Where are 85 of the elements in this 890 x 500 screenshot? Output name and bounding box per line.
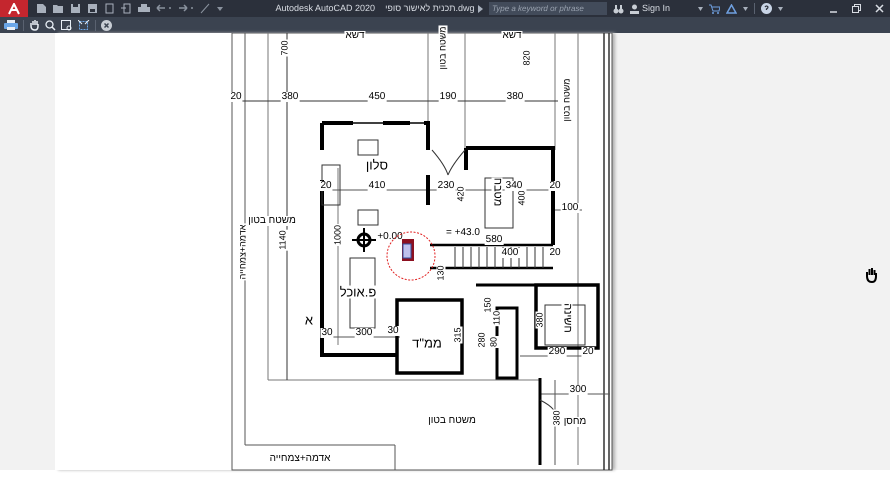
room-label: פ.אוכל (340, 286, 376, 298)
room-label: סלון (366, 158, 388, 172)
redo-icon[interactable] (178, 3, 194, 14)
dimension-label: 1000 (334, 224, 342, 246)
export-icon[interactable] (121, 3, 132, 14)
dimension-label: 150 (484, 296, 492, 314)
cart-icon[interactable] (709, 4, 720, 14)
room-label: ממ"ד (412, 336, 442, 350)
help-icon[interactable] (761, 3, 772, 14)
dropdown-caret-icon[interactable] (743, 6, 748, 10)
zoom-icon[interactable] (45, 20, 56, 30)
dropdown-caret-icon[interactable] (698, 6, 703, 10)
dropdown-caret-icon[interactable] (778, 6, 783, 10)
app-logo-icon (8, 2, 20, 14)
dimension-label: 700 (280, 39, 290, 57)
printer-icon[interactable] (138, 3, 150, 14)
binoculars-icon[interactable] (612, 4, 624, 14)
new-file-icon[interactable] (36, 3, 47, 14)
dimension-label: 400 (500, 248, 520, 258)
zoom-extents-icon[interactable] (78, 20, 90, 30)
hand-icon[interactable] (29, 19, 40, 31)
dimension-label: משטח בטון (247, 216, 297, 226)
undo-icon[interactable] (156, 3, 172, 14)
hand-cursor-icon (864, 267, 878, 283)
room-label: חשינה (562, 303, 572, 333)
dimension-label: 580 (484, 235, 504, 245)
printer-icon[interactable] (4, 19, 18, 31)
dimension-label: 20 (319, 181, 333, 191)
dimension-label: 315 (454, 326, 462, 344)
dimension-label: 400 (518, 189, 526, 207)
save-as-icon[interactable] (87, 3, 98, 14)
dimension-label: 30 (320, 328, 334, 338)
dimension-label: אדמה+צמחייה (268, 454, 332, 464)
close-icon[interactable] (875, 4, 884, 13)
sign-in-button[interactable]: Sign In (630, 2, 670, 16)
dimension-label: מחסן (562, 417, 588, 427)
dimension-label: 20 (229, 92, 243, 102)
search-field[interactable]: Type a keyword or phrase (488, 2, 607, 15)
dimension-label: 290 (548, 347, 566, 357)
dimension-label: = +43.0 (445, 228, 481, 238)
dimension-label: 820 (522, 49, 532, 67)
line-icon[interactable] (200, 3, 210, 14)
document-icon[interactable] (104, 3, 115, 14)
app-menu-button[interactable] (0, 0, 28, 17)
dimension-label: משטח בטון (438, 26, 448, 70)
dimension-label: 340 (504, 181, 524, 191)
app-title: Autodesk AutoCAD 2020 (276, 2, 376, 15)
restore-icon[interactable] (852, 4, 861, 13)
user-icon (630, 4, 639, 14)
save-icon[interactable] (70, 3, 81, 14)
dimension-label: דשא (501, 31, 523, 41)
dimension-label: דשא (344, 31, 366, 41)
dimension-label: 450 (368, 92, 386, 102)
dimension-label: 100 (560, 203, 580, 213)
room-label: א (304, 314, 314, 326)
expand-arrow-icon[interactable] (478, 4, 483, 12)
dimension-label: 410 (368, 181, 386, 191)
room-label: מטבח (492, 178, 502, 206)
dimension-label: 420 (456, 185, 466, 203)
dimension-label: משטח בטון (427, 416, 477, 426)
dimension-label: 280 (478, 331, 486, 349)
triangle-icon[interactable] (726, 4, 737, 14)
dimension-label: 300 (568, 385, 588, 395)
dimension-label: +0.00 (376, 232, 404, 242)
dimension-label: 20 (548, 248, 562, 258)
dimension-label: 110 (492, 310, 502, 326)
dimension-label: 30 (386, 326, 400, 336)
dimension-label: 20 (548, 181, 562, 191)
dimension-label: אדמה+צמחייה (238, 224, 248, 280)
dimension-label: 80 (490, 336, 498, 348)
dimension-label: 300 (354, 328, 374, 338)
dimension-label: משטח בטון (562, 78, 572, 122)
dimension-label: 230 (436, 181, 456, 191)
close-circle-icon[interactable] (101, 20, 112, 30)
dimension-label: 130 (436, 264, 446, 282)
dimension-label: 380 (536, 311, 544, 329)
dimension-label: 380 (506, 92, 524, 102)
dimension-label: 190 (438, 92, 458, 102)
dimension-label: 20 (581, 347, 595, 357)
dimension-label: 380 (280, 92, 300, 102)
zoom-window-icon[interactable] (61, 20, 73, 30)
dimension-label: 1140 (278, 229, 288, 251)
dimension-label: 380 (552, 409, 562, 427)
file-name: תכנית לאישור סופי.dwg (385, 2, 474, 15)
folder-icon[interactable] (53, 3, 64, 14)
